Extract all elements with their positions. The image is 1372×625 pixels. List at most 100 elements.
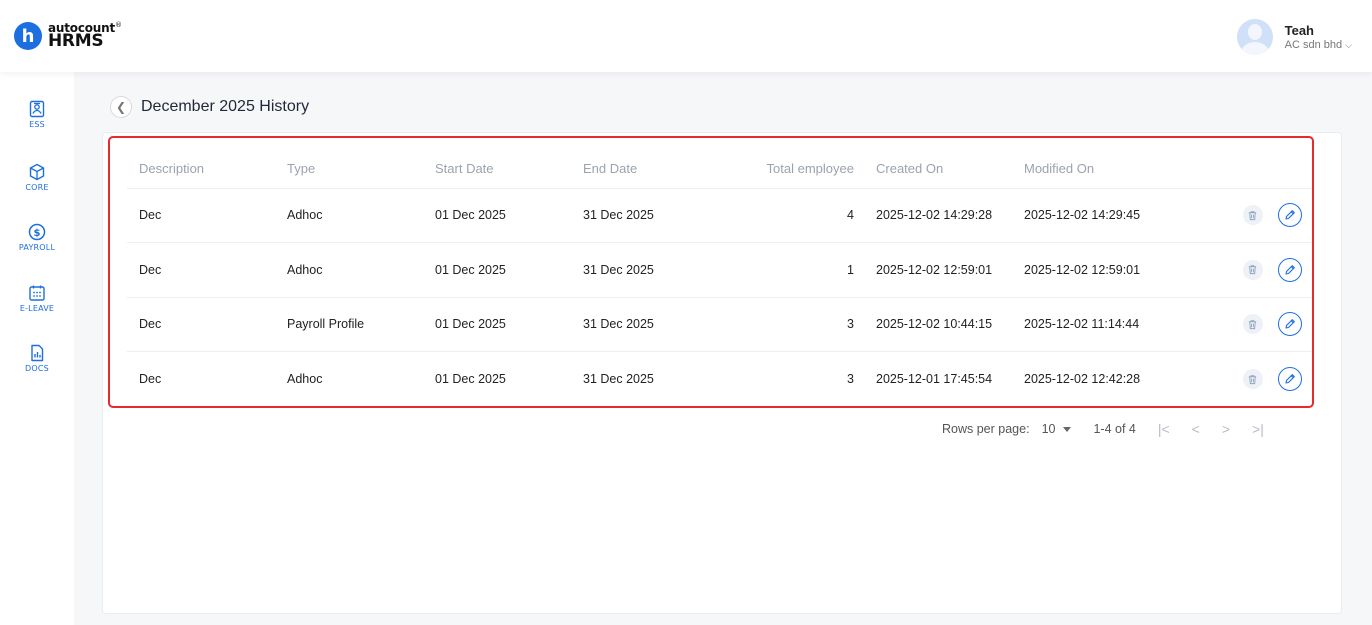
cell-end-date: 31 Dec 2025 xyxy=(571,242,719,297)
docs-icon xyxy=(31,344,44,362)
cell-modified-on: 2025-12-02 11:14:44 xyxy=(1012,296,1160,352)
cell-created-on: 2025-12-02 12:59:01 xyxy=(864,242,1012,297)
delete-button[interactable] xyxy=(1242,314,1263,335)
pencil-icon xyxy=(1285,264,1295,275)
sidebar-label-e-leave: E-LEAVE xyxy=(19,304,55,313)
cell-description: Dec xyxy=(127,351,275,406)
cell-total-employee: 1 xyxy=(719,242,864,297)
column-header-description[interactable]: Description xyxy=(127,150,275,188)
page-range: 1-4 of 4 xyxy=(1093,422,1136,436)
page-title: December 2025 History xyxy=(141,98,310,115)
cell-total-employee: 3 xyxy=(719,296,864,352)
sidebar-label-ess: ESS xyxy=(29,120,45,129)
top-bar: h autocount® HRMS Teah AC sdn bhd ⌵ xyxy=(0,0,1372,72)
delete-button[interactable] xyxy=(1242,369,1263,389)
edit-button[interactable] xyxy=(1278,312,1302,337)
avatar[interactable] xyxy=(1236,19,1273,55)
sidebar: ESS CORE $ PAYROLL E-LEAVE DOCS xyxy=(0,72,74,625)
cell-type: Adhoc xyxy=(275,187,423,243)
sidebar-label-core: CORE xyxy=(25,183,49,192)
cell-start-date: 01 Dec 2025 xyxy=(423,351,571,406)
pencil-icon xyxy=(1285,210,1295,220)
brand-big: HRMS xyxy=(48,31,104,51)
user-company: AC sdn bhd xyxy=(1284,39,1343,51)
pencil-icon xyxy=(1285,319,1295,329)
row-actions xyxy=(1160,296,1312,352)
sidebar-item-docs[interactable]: DOCS xyxy=(0,344,74,373)
edit-button[interactable] xyxy=(1278,367,1302,391)
table-row[interactable]: Dec Adhoc 01 Dec 2025 31 Dec 2025 1 2025… xyxy=(127,242,1312,297)
cell-start-date: 01 Dec 2025 xyxy=(423,296,571,352)
cell-type: Adhoc xyxy=(275,242,423,297)
row-actions xyxy=(1160,187,1312,243)
sidebar-item-payroll[interactable]: $ PAYROLL xyxy=(0,223,74,252)
sidebar-item-core[interactable]: CORE xyxy=(0,163,74,192)
pagination: Rows per page: 10 1-4 of 4 |< < > >| xyxy=(942,421,1264,437)
column-header-actions xyxy=(1160,150,1312,188)
cell-description: Dec xyxy=(127,296,275,352)
cell-type: Payroll Profile xyxy=(275,296,423,352)
ess-icon xyxy=(29,100,45,118)
user-menu[interactable]: Teah AC sdn bhd ⌵ xyxy=(1236,19,1352,55)
trash-icon xyxy=(1248,374,1257,384)
rows-per-page-select[interactable]: 10 xyxy=(1042,422,1072,436)
delete-button[interactable] xyxy=(1242,259,1263,280)
history-table: Description Type Start Date End Date Tot… xyxy=(127,150,1312,406)
cell-end-date: 31 Dec 2025 xyxy=(571,187,719,243)
column-header-total-employee[interactable]: Total employee xyxy=(719,150,864,188)
cell-total-employee: 3 xyxy=(719,351,864,406)
row-actions xyxy=(1160,242,1312,297)
previous-page-button[interactable]: < xyxy=(1192,421,1200,437)
cell-modified-on: 2025-12-02 12:59:01 xyxy=(1012,242,1160,297)
last-page-button[interactable]: >| xyxy=(1252,421,1264,437)
back-button[interactable]: ❮ xyxy=(110,96,132,118)
cell-created-on: 2025-12-01 17:45:54 xyxy=(864,351,1012,406)
cell-total-employee: 4 xyxy=(719,187,864,243)
user-info[interactable]: Teah AC sdn bhd ⌵ xyxy=(1285,23,1352,51)
edit-button[interactable] xyxy=(1278,257,1302,282)
rows-per-page-value: 10 xyxy=(1041,422,1056,436)
cell-start-date: 01 Dec 2025 xyxy=(423,187,571,243)
calendar-icon xyxy=(29,285,45,301)
cell-created-on: 2025-12-02 14:29:28 xyxy=(864,187,1012,243)
cell-start-date: 01 Dec 2025 xyxy=(423,242,571,297)
cell-end-date: 31 Dec 2025 xyxy=(571,351,719,406)
sidebar-label-payroll: PAYROLL xyxy=(18,243,56,252)
page-header: ❮ December 2025 History xyxy=(110,96,309,118)
chevron-left-icon: ❮ xyxy=(115,100,127,114)
sidebar-label-docs: DOCS xyxy=(25,364,49,373)
sidebar-item-ess[interactable]: ESS xyxy=(0,100,74,129)
cell-description: Dec xyxy=(127,187,275,243)
app-logo[interactable]: h autocount® HRMS xyxy=(14,22,122,50)
cell-end-date: 31 Dec 2025 xyxy=(571,296,719,352)
cell-modified-on: 2025-12-02 12:42:28 xyxy=(1012,351,1160,406)
sidebar-item-e-leave[interactable]: E-LEAVE xyxy=(0,284,74,313)
table-row[interactable]: Dec Adhoc 01 Dec 2025 31 Dec 2025 3 2025… xyxy=(127,351,1312,406)
user-name: Teah xyxy=(1284,23,1315,38)
column-header-created-on[interactable]: Created On xyxy=(864,150,1012,188)
column-header-start-date[interactable]: Start Date xyxy=(423,150,571,188)
cell-created-on: 2025-12-02 10:44:15 xyxy=(864,296,1012,352)
cell-type: Adhoc xyxy=(275,351,423,406)
column-header-modified-on[interactable]: Modified On xyxy=(1012,150,1160,188)
first-page-button[interactable]: |< xyxy=(1158,421,1170,437)
table-row[interactable]: Dec Adhoc 01 Dec 2025 31 Dec 2025 4 2025… xyxy=(127,187,1312,243)
cell-description: Dec xyxy=(127,242,275,297)
table-header-row: Description Type Start Date End Date Tot… xyxy=(127,150,1312,188)
trash-icon xyxy=(1248,210,1257,220)
payroll-icon: $ xyxy=(28,223,46,241)
next-page-button[interactable]: > xyxy=(1222,421,1230,437)
delete-button[interactable] xyxy=(1242,205,1263,226)
cell-modified-on: 2025-12-02 14:29:45 xyxy=(1012,187,1160,243)
svg-text:$: $ xyxy=(34,228,41,239)
column-header-end-date[interactable]: End Date xyxy=(571,150,719,188)
table-row[interactable]: Dec Payroll Profile 01 Dec 2025 31 Dec 2… xyxy=(127,296,1312,352)
trash-icon xyxy=(1248,319,1257,329)
logo-text: autocount® HRMS xyxy=(48,21,122,51)
chevron-down-icon: ⌵ xyxy=(1345,40,1352,50)
core-icon xyxy=(29,163,45,181)
column-header-type[interactable]: Type xyxy=(275,150,423,188)
row-actions xyxy=(1160,351,1312,406)
edit-button[interactable] xyxy=(1278,203,1302,228)
rows-per-page-label: Rows per page: xyxy=(942,422,1030,436)
